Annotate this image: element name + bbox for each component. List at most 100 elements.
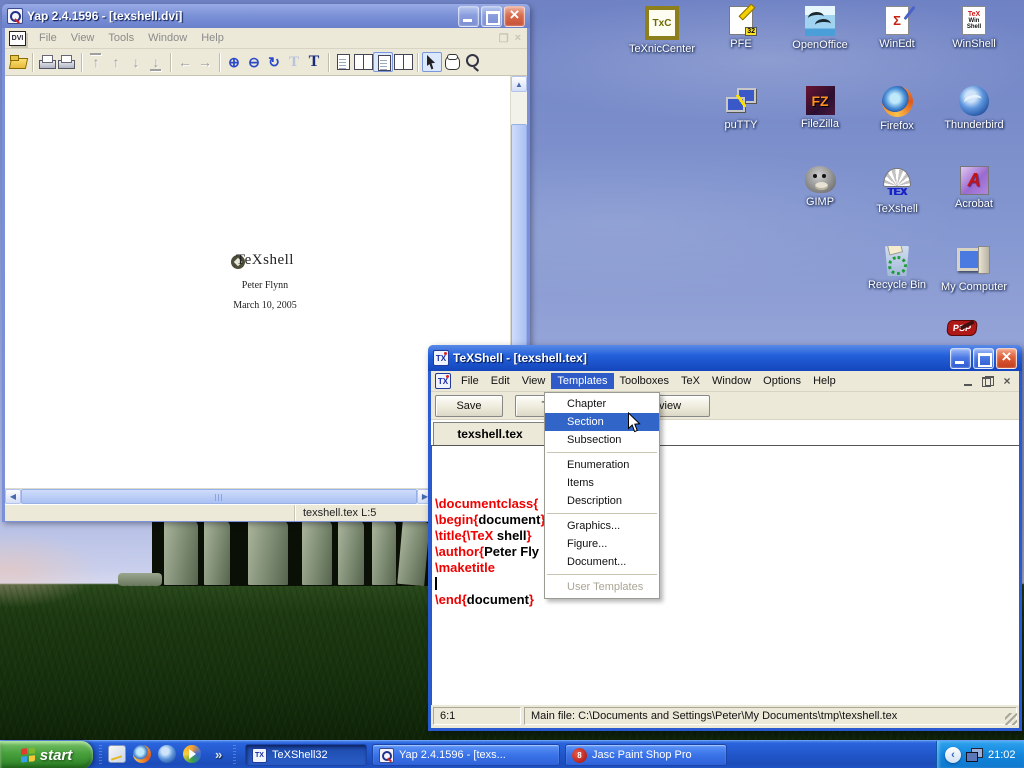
- mdi-close-icon[interactable]: ×: [515, 32, 521, 45]
- dvi-document-icon[interactable]: DVI: [9, 31, 26, 46]
- menu-item[interactable]: Window: [706, 373, 757, 389]
- quick-launch-overflow-icon[interactable]: »: [215, 747, 222, 762]
- desktop-icon[interactable]: OpenOffice: [782, 6, 858, 68]
- menu-item[interactable]: File: [455, 373, 485, 389]
- minimize-button[interactable]: [458, 6, 479, 27]
- text-ghost-icon[interactable]: T: [284, 52, 304, 72]
- texshell-titlebar[interactable]: TX TeXShell - [texshell.tex]: [428, 345, 1022, 371]
- last-page-icon[interactable]: ↓: [146, 52, 166, 72]
- show-desktop-icon[interactable]: [108, 745, 126, 763]
- texshell-app-icon[interactable]: TX: [433, 350, 449, 366]
- desktop-icon[interactable]: PFE: [703, 6, 779, 68]
- menu-item[interactable]: Items: [545, 474, 659, 492]
- forward-icon[interactable]: →: [195, 52, 215, 72]
- start-button[interactable]: start: [0, 741, 93, 768]
- scroll-up-icon[interactable]: ▲: [511, 76, 527, 92]
- menu-item[interactable]: File: [32, 30, 64, 46]
- menu-item[interactable]: Toolboxes: [614, 373, 676, 389]
- magnifier-icon[interactable]: [462, 52, 482, 72]
- desktop-icon-label: WinEdt: [879, 38, 914, 50]
- media-player-icon[interactable]: [183, 745, 201, 763]
- yap-titlebar[interactable]: Yap 2.4.1596 - [texshell.dvi]: [2, 4, 530, 28]
- desktop-icon[interactable]: TeXshell: [859, 166, 935, 228]
- menu-item[interactable]: Document...: [545, 553, 659, 571]
- desktop-icon[interactable]: Thunderbird: [936, 86, 1012, 148]
- paint-shop-pro-icon[interactable]: PSP: [940, 320, 984, 346]
- open-folder-icon[interactable]: [8, 52, 28, 72]
- maximize-button[interactable]: [973, 348, 994, 369]
- taskbar-task-button[interactable]: Yap 2.4.1596 - [texs...: [372, 744, 560, 766]
- hand-icon[interactable]: [442, 52, 462, 72]
- save-button[interactable]: Save: [435, 395, 503, 417]
- framed-page-icon[interactable]: [373, 52, 393, 72]
- menu-item[interactable]: Enumeration: [545, 456, 659, 474]
- desktop-icon-label: TeXnicCenter: [629, 43, 695, 55]
- menu-item[interactable]: Options: [757, 373, 807, 389]
- tray-chevron-icon[interactable]: ‹: [945, 747, 961, 763]
- menu-item[interactable]: Graphics...: [545, 517, 659, 535]
- code-segment: }: [529, 592, 534, 607]
- text-icon[interactable]: T: [304, 52, 324, 72]
- menu-item[interactable]: View: [516, 373, 552, 389]
- zoom-in-icon[interactable]: ⊕: [224, 52, 244, 72]
- mdi-minimize-icon[interactable]: [962, 375, 976, 388]
- code-editor[interactable]: \documentclass{\begin{document}\title{\T…: [431, 445, 1019, 705]
- desktop-icon[interactable]: puTTY: [703, 86, 779, 148]
- back-icon[interactable]: ←: [175, 52, 195, 72]
- next-page-icon[interactable]: ↓: [126, 52, 146, 72]
- pfe-icon: [729, 6, 753, 35]
- framed-two-page-icon[interactable]: [393, 52, 413, 72]
- menu-item[interactable]: Templates: [551, 373, 613, 389]
- menu-item[interactable]: Edit: [485, 373, 516, 389]
- desktop-icon[interactable]: My Computer: [936, 246, 1012, 308]
- print-icon[interactable]: [37, 52, 57, 72]
- thunderbird-small-icon[interactable]: [158, 745, 176, 763]
- tab-texshell-tex[interactable]: texshell.tex: [433, 422, 547, 445]
- close-button[interactable]: [996, 348, 1017, 369]
- taskbar-task-button[interactable]: 8 Jasc Paint Shop Pro: [565, 744, 727, 766]
- page-setup-icon[interactable]: [57, 52, 77, 72]
- mdi-restore-icon[interactable]: [981, 375, 995, 388]
- prev-page-icon[interactable]: ↑: [106, 52, 126, 72]
- close-button[interactable]: [504, 6, 525, 27]
- firefox-small-icon[interactable]: [133, 745, 151, 763]
- desktop-icon[interactable]: GIMP: [782, 166, 858, 228]
- mdi-close-icon[interactable]: ×: [1000, 375, 1014, 388]
- taskbar-task-button[interactable]: TX TeXShell32: [245, 744, 367, 766]
- zoom-out-icon[interactable]: ⊖: [244, 52, 264, 72]
- network-status-icon[interactable]: [966, 748, 983, 762]
- desktop-icon[interactable]: FileZilla: [782, 86, 858, 148]
- desktop-icon[interactable]: TeXnicCenter: [624, 6, 700, 68]
- two-page-icon[interactable]: [353, 52, 373, 72]
- first-page-icon[interactable]: ↑: [86, 52, 106, 72]
- minimize-button[interactable]: [950, 348, 971, 369]
- mdi-document-icon[interactable]: TX: [435, 373, 451, 389]
- maximize-button[interactable]: [481, 6, 502, 27]
- single-page-icon[interactable]: [333, 52, 353, 72]
- refresh-icon[interactable]: ↻: [264, 52, 284, 72]
- menu-item[interactable]: Window: [141, 30, 194, 46]
- resize-grip[interactable]: [1005, 713, 1017, 725]
- menu-item[interactable]: User Templates: [545, 578, 659, 596]
- menu-item[interactable]: View: [64, 30, 102, 46]
- menu-item[interactable]: Tools: [101, 30, 141, 46]
- menu-item[interactable]: Section: [545, 413, 659, 431]
- scrollbar-thumb[interactable]: [511, 124, 527, 352]
- menu-item[interactable]: Subsection: [545, 431, 659, 449]
- desktop-icon[interactable]: Firefox: [859, 86, 935, 148]
- desktop-icon[interactable]: Acrobat: [936, 166, 1012, 228]
- scrollbar-thumb[interactable]: [21, 489, 417, 504]
- menu-item[interactable]: Chapter: [545, 395, 659, 413]
- desktop-icon[interactable]: WinShell: [936, 6, 1012, 68]
- scroll-left-icon[interactable]: ◀: [5, 489, 21, 504]
- menu-item[interactable]: Help: [807, 373, 842, 389]
- menu-item[interactable]: Description: [545, 492, 659, 510]
- pointer-icon[interactable]: [422, 52, 442, 72]
- desktop-icon[interactable]: WinEdt: [859, 6, 935, 68]
- yap-app-icon[interactable]: [7, 8, 23, 24]
- menu-item[interactable]: TeX: [675, 373, 706, 389]
- desktop-icon[interactable]: Recycle Bin: [859, 246, 935, 308]
- menu-item[interactable]: Help: [194, 30, 231, 46]
- mdi-restore-icon[interactable]: ❐: [499, 32, 509, 45]
- menu-item[interactable]: Figure...: [545, 535, 659, 553]
